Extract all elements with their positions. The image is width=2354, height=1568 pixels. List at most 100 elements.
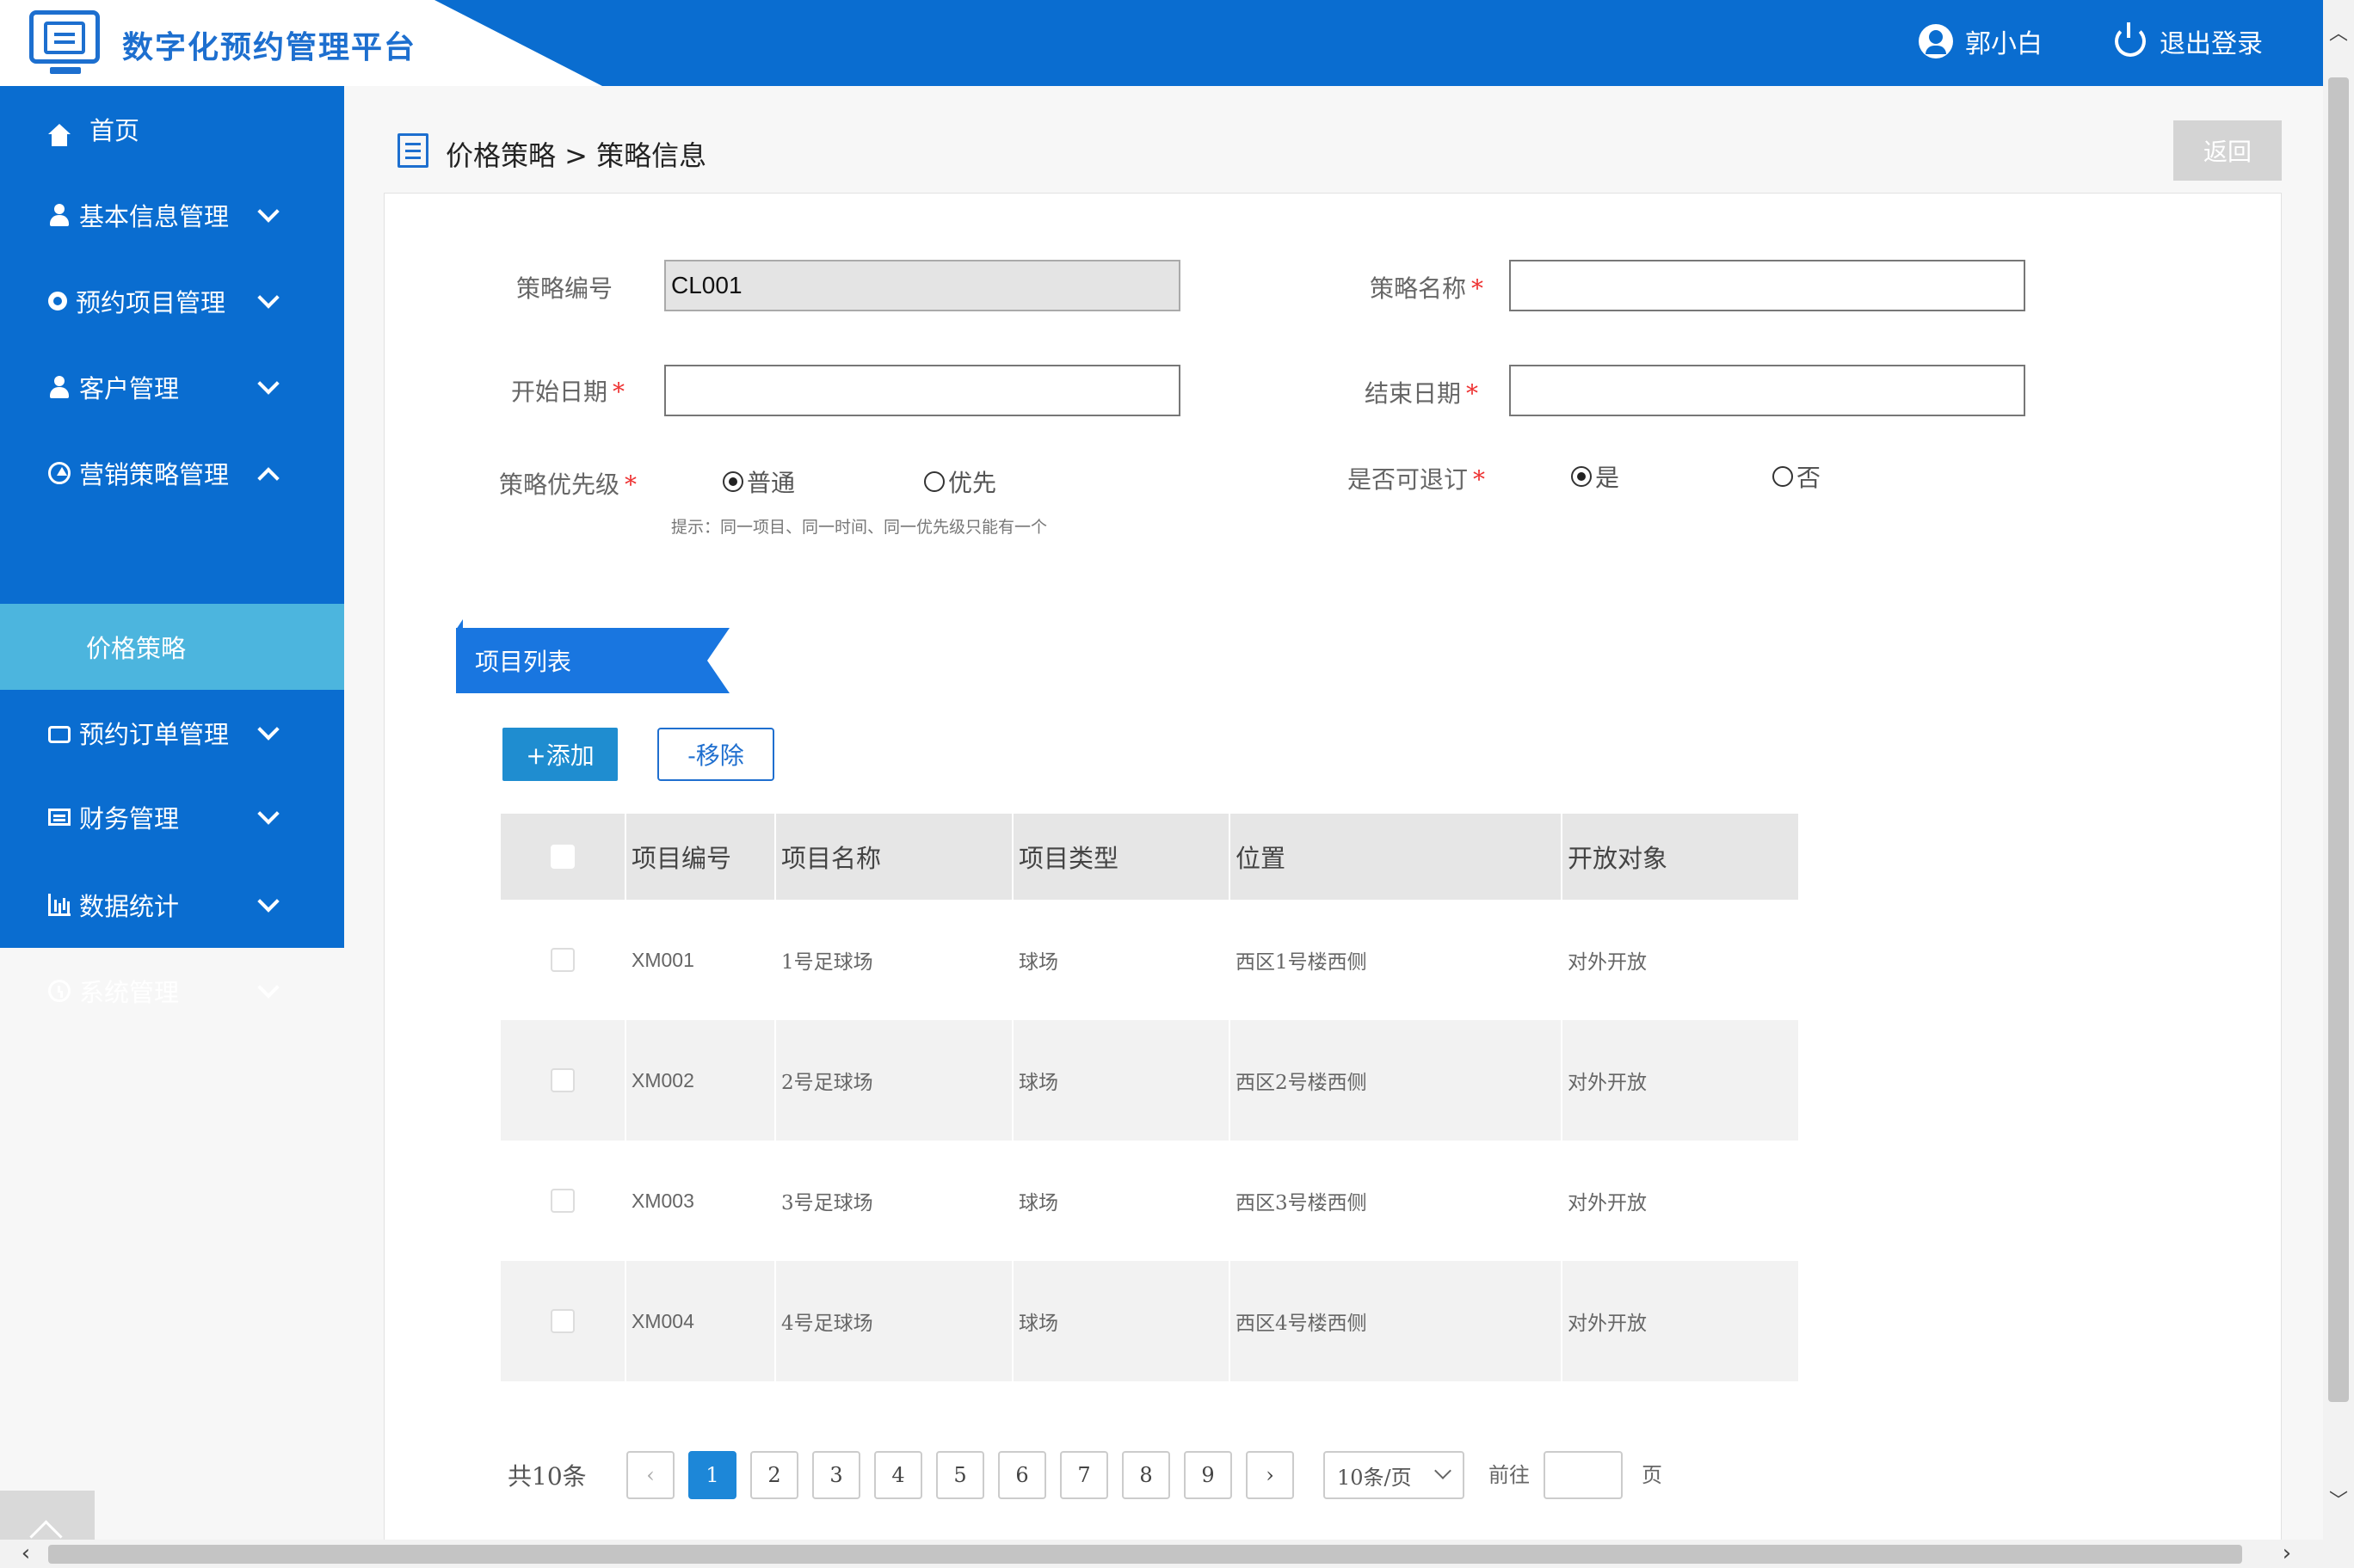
sidebar-item-label: 预约订单管理 — [79, 720, 230, 749]
chevron-down-icon — [257, 372, 280, 395]
project-table: 项目编号 项目名称 项目类型 位置 开放对象 XM001 1号足球场 球场 西区… — [501, 814, 1798, 1381]
page-size-value: 10条/页 — [1337, 1465, 1412, 1490]
logout-label: 退出登录 — [2160, 29, 2263, 59]
page-button-1[interactable]: 1 — [688, 1451, 736, 1499]
refund-label: 是否可退订 * — [1347, 465, 1486, 494]
scrollbar-thumb[interactable] — [48, 1545, 2242, 1564]
table-row[interactable]: XM004 4号足球场 球场 西区4号楼西侧 对外开放 — [501, 1261, 1798, 1381]
table-row[interactable]: XM002 2号足球场 球场 西区2号楼西侧 对外开放 — [501, 1020, 1798, 1141]
chevron-down-icon — [257, 890, 280, 913]
page-button-7[interactable]: 7 — [1060, 1451, 1108, 1499]
sidebar-item-statistics[interactable]: 数据统计 — [0, 862, 344, 948]
goto-page-input[interactable] — [1544, 1451, 1623, 1499]
sidebar-item-label: 客户管理 — [79, 374, 180, 403]
scroll-right-icon[interactable]: › — [2271, 1540, 2302, 1568]
priority-normal-radio[interactable]: 普通 — [723, 464, 795, 499]
sidebar-item-basic-info[interactable]: 基本信息管理 — [0, 172, 344, 258]
sidebar-item-label: 数据统计 — [79, 892, 180, 921]
page-button-8[interactable]: 8 — [1122, 1451, 1170, 1499]
logo-area: 数字化预约管理平台 — [0, 0, 602, 86]
remove-button[interactable]: -移除 — [657, 728, 774, 781]
table-row[interactable]: XM003 3号足球场 球场 西区3号楼西侧 对外开放 — [501, 1141, 1798, 1261]
name-label: 策略名称 * — [1370, 274, 1484, 303]
page-button-6[interactable]: 6 — [998, 1451, 1046, 1499]
logo-stand — [50, 67, 81, 74]
radio-unchecked-icon — [924, 471, 945, 492]
chevron-down-icon — [257, 286, 280, 309]
page-button-5[interactable]: 5 — [936, 1451, 984, 1499]
sidebar-item-system[interactable]: 系统管理 — [0, 948, 344, 1034]
sidebar-item-finance[interactable]: 财务管理 — [0, 774, 344, 860]
chevron-down-icon — [257, 200, 280, 223]
sidebar-subitem-price-strategy[interactable]: 价格策略 — [0, 604, 344, 690]
table-cell: 西区3号楼西侧 — [1236, 1192, 1367, 1214]
table-header: 项目编号 项目名称 项目类型 位置 开放对象 — [501, 814, 1798, 900]
scroll-down-icon[interactable]: ﹀ — [2323, 1486, 2354, 1517]
page-button-9[interactable]: 9 — [1184, 1451, 1232, 1499]
table-cell: 球场 — [1019, 951, 1058, 974]
end-date-field[interactable] — [1509, 365, 2025, 416]
refund-yes-radio[interactable]: 是 — [1571, 459, 1619, 494]
back-button[interactable]: 返回 — [2173, 120, 2282, 181]
sidebar-item-orders[interactable]: 预约订单管理 — [0, 690, 344, 776]
top-bar: 数字化预约管理平台 郭小白 退出登录 — [0, 0, 2323, 86]
user-circle-icon — [1919, 24, 1953, 58]
sidebar-item-customers[interactable]: 客户管理 — [0, 344, 344, 430]
prev-page-button[interactable]: ‹ — [626, 1451, 675, 1499]
chevron-down-icon — [257, 718, 280, 741]
priority-high-radio[interactable]: 优先 — [924, 464, 996, 499]
table-cell: 西区1号楼西侧 — [1236, 951, 1367, 974]
table-cell: 对外开放 — [1568, 1192, 1647, 1214]
page-unit-label: 页 — [1642, 1463, 1662, 1487]
name-field[interactable] — [1509, 260, 2025, 311]
logo-icon — [29, 10, 100, 64]
clock-icon — [48, 980, 71, 1002]
select-all-checkbox[interactable] — [551, 845, 575, 869]
horizontal-scrollbar[interactable]: ‹ › — [0, 1540, 2323, 1568]
sidebar-item-label: 预约项目管理 — [76, 288, 226, 317]
page-button-4[interactable]: 4 — [874, 1451, 922, 1499]
user-icon — [48, 204, 71, 226]
priority-label: 策略优先级 * — [499, 470, 638, 499]
refund-no-radio[interactable]: 否 — [1772, 459, 1821, 494]
arrow-circle-up-icon — [48, 462, 71, 484]
page-button-2[interactable]: 2 — [750, 1451, 798, 1499]
scroll-up-icon[interactable]: ︿ — [2323, 19, 2354, 50]
id-card-icon — [48, 809, 71, 826]
sidebar-item-booking-projects[interactable]: 预约项目管理 — [0, 258, 344, 344]
sidebar-item-home[interactable]: 首页 — [0, 86, 344, 172]
home-icon — [48, 124, 71, 146]
page-size-select[interactable]: 10条/页 — [1323, 1451, 1464, 1499]
chevron-up-icon — [257, 467, 280, 489]
row-checkbox[interactable] — [551, 1068, 575, 1092]
page-button-3[interactable]: 3 — [812, 1451, 860, 1499]
table-cell: XM004 — [626, 1261, 776, 1381]
table-row[interactable]: XM001 1号足球场 球场 西区1号楼西侧 对外开放 — [501, 900, 1798, 1020]
row-checkbox[interactable] — [551, 1189, 575, 1213]
row-checkbox-cell — [501, 1020, 626, 1141]
scroll-left-icon[interactable]: ‹ — [10, 1540, 41, 1568]
add-button[interactable]: +添加 — [502, 728, 618, 781]
sidebar-item-label: 财务管理 — [79, 804, 180, 833]
header-cell: 项目类型 — [1014, 814, 1230, 900]
sidebar-item-label: 系统管理 — [79, 978, 180, 1007]
row-checkbox[interactable] — [551, 948, 575, 972]
start-date-field[interactable] — [664, 365, 1180, 416]
next-page-button[interactable]: › — [1246, 1451, 1294, 1499]
table-cell: XM002 — [626, 1020, 776, 1141]
header-cell: 开放对象 — [1568, 844, 1668, 873]
table-cell: 对外开放 — [1568, 1313, 1647, 1335]
header-cell: 位置 — [1230, 814, 1562, 900]
row-checkbox[interactable] — [551, 1309, 575, 1333]
table-cell: XM001 — [632, 948, 694, 971]
sidebar-item-marketing[interactable]: 营销策略管理 — [0, 430, 344, 516]
vertical-scrollbar[interactable]: ︿ ﹀ — [2323, 0, 2354, 1568]
header-cell: 项目名称 — [776, 814, 1014, 900]
table-cell: 3号足球场 — [781, 1192, 873, 1214]
user-menu[interactable]: 郭小白 — [1919, 22, 2043, 60]
logout-button[interactable]: 退出登录 — [2115, 22, 2263, 60]
document-icon — [397, 133, 428, 168]
table-cell: 球场 — [1014, 1020, 1230, 1141]
scrollbar-thumb[interactable] — [2328, 77, 2349, 1402]
code-field[interactable]: CL001 — [664, 260, 1180, 311]
